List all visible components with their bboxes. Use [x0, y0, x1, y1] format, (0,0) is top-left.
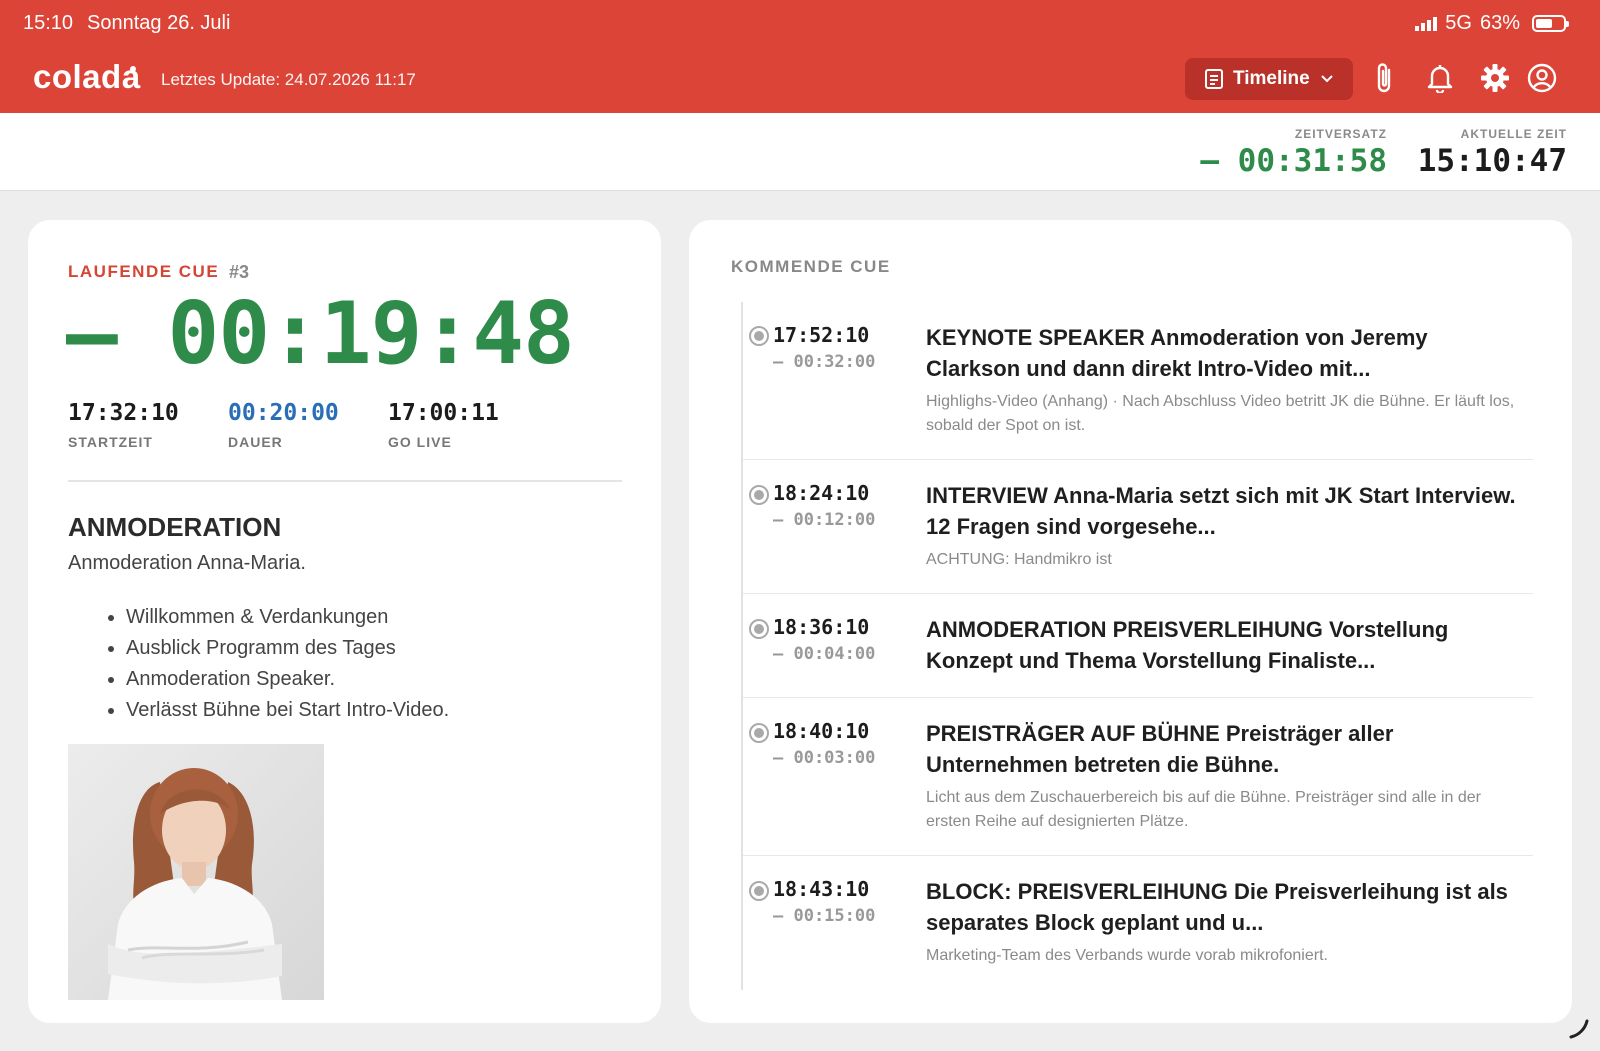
list-item: Anmoderation Speaker.	[126, 664, 449, 695]
document-icon	[1205, 69, 1223, 89]
cue-time: 18:43:10	[773, 877, 870, 901]
cue-duration: – 00:15:00	[773, 906, 876, 926]
logo-dot	[130, 66, 136, 72]
clock-bar: ZEITVERSATZ – 00:31:58 AKTUELLE ZEIT 15:…	[0, 113, 1600, 191]
cue-row-3[interactable]: 18:36:10 – 00:04:00 ANMODERATION PREISVE…	[743, 594, 1533, 698]
go-live-label: GO LIVE	[388, 434, 452, 450]
offset-value: – 00:31:58	[1200, 143, 1387, 179]
section-subtitle: Anmoderation Anna-Maria.	[68, 552, 306, 574]
cue-time: 18:40:10	[773, 719, 870, 743]
cue-row-4[interactable]: 18:40:10 – 00:03:00 PREISTRÄGER AUF BÜHN…	[743, 698, 1533, 856]
duration-block: 00:20:00 DAUER	[228, 400, 339, 450]
cue-title: ANMODERATION PREISVERLEIHUNG Vorstellung…	[926, 617, 1449, 673]
signal-icon	[1415, 16, 1438, 31]
start-time-label: STARTZEIT	[68, 434, 153, 450]
current-cue-number: #3	[229, 262, 250, 282]
cue-status-icon	[749, 326, 769, 346]
network-label: 5G	[1445, 12, 1472, 34]
paperclip-icon[interactable]	[1368, 61, 1402, 95]
app-logo[interactable]: colada	[33, 58, 141, 96]
upcoming-cues-card: KOMMENDE CUE 17:52:10 – 00:32:00 KEYNOTE…	[689, 220, 1572, 1023]
app-header: 15:10 Sonntag 26. Juli 5G 63% colada Let…	[0, 0, 1600, 113]
list-item: Willkommen & Verdankungen	[126, 602, 449, 633]
status-time: 15:10	[23, 12, 74, 34]
list-item: Verlässt Bühne bei Start Intro-Video.	[126, 695, 449, 726]
cue-duration: – 00:12:00	[773, 510, 876, 530]
cue-time: 17:52:10	[773, 323, 870, 347]
cue-row-5[interactable]: 18:43:10 – 00:15:00 BLOCK: PREISVERLEIHU…	[743, 856, 1533, 990]
offset-label: ZEITVERSATZ	[1294, 127, 1387, 141]
cue-title: BLOCK: PREISVERLEIHUNG Die Preisverleihu…	[926, 879, 1508, 935]
cue-row-2[interactable]: 18:24:10 – 00:12:00 INTERVIEW Anna-Maria…	[743, 460, 1533, 594]
chevron-down-icon	[1321, 75, 1333, 83]
cue-status-icon	[749, 485, 769, 505]
cue-title: KEYNOTE SPEAKER Anmoderation von Jeremy …	[926, 325, 1428, 381]
current-cue-label: LAUFENDE CUE	[68, 262, 220, 281]
battery-percent: 63%	[1479, 12, 1520, 34]
gear-icon[interactable]	[1478, 61, 1512, 95]
current-cue-card: LAUFENDE CUE #3 – 00:19:48 17:32:10 STAR…	[28, 220, 661, 1023]
divider	[68, 480, 622, 482]
go-live-block: 17:00:11 GO LIVE	[388, 400, 499, 450]
list-item: Ausblick Programm des Tages	[126, 633, 449, 664]
cue-notes-list: Willkommen & Verdankungen Ausblick Progr…	[126, 602, 449, 726]
timeline-view-button[interactable]: Timeline	[1185, 58, 1353, 100]
current-time-value: 15:10:47	[1417, 143, 1567, 179]
cue-time: 18:24:10	[773, 481, 870, 505]
resize-handle-icon[interactable]	[1567, 1017, 1591, 1046]
go-live-value: 17:00:11	[388, 400, 499, 426]
timeline-button-label: Timeline	[1233, 68, 1310, 89]
start-time-value: 17:32:10	[68, 400, 179, 426]
status-date: Sonntag 26. Juli	[87, 12, 231, 34]
cue-duration: – 00:04:00	[773, 644, 876, 664]
upcoming-label: KOMMENDE CUE	[731, 257, 891, 276]
last-update: Letztes Update: 24.07.2026 11:17	[161, 70, 416, 89]
status-indicators: 5G 63%	[1415, 12, 1569, 35]
bell-icon[interactable]	[1423, 61, 1457, 95]
duration-value: 00:20:00	[228, 400, 339, 426]
cue-duration: – 00:32:00	[773, 352, 876, 372]
cue-description: Licht aus dem Zuschauerbereich bis auf d…	[926, 789, 1481, 830]
start-time-block: 17:32:10 STARTZEIT	[68, 400, 179, 450]
cue-status-icon	[749, 881, 769, 901]
cue-time: 18:36:10	[773, 615, 870, 639]
duration-label: DAUER	[228, 434, 283, 450]
cue-status-icon	[749, 619, 769, 639]
user-icon[interactable]	[1525, 61, 1559, 95]
current-time-label: AKTUELLE ZEIT	[1460, 127, 1567, 141]
cue-row-1[interactable]: 17:52:10 – 00:32:00 KEYNOTE SPEAKER Anmo…	[743, 302, 1533, 460]
cue-title: INTERVIEW Anna-Maria setzt sich mit JK S…	[926, 483, 1516, 539]
countdown-timer: – 00:19:48	[66, 284, 575, 384]
cue-status-icon	[749, 723, 769, 743]
battery-icon	[1532, 15, 1569, 32]
cue-title: PREISTRÄGER AUF BÜHNE Preisträger aller …	[926, 721, 1394, 777]
cue-description: Highlighs-Video (Anhang) · Nach Abschlus…	[926, 393, 1515, 434]
cue-description: ACHTUNG: Handmikro ist	[926, 551, 1112, 568]
cue-duration: – 00:03:00	[773, 748, 876, 768]
presenter-photo	[68, 744, 324, 1000]
cue-description: Marketing-Team des Verbands wurde vorab …	[926, 947, 1328, 964]
section-title: ANMODERATION	[68, 512, 282, 542]
